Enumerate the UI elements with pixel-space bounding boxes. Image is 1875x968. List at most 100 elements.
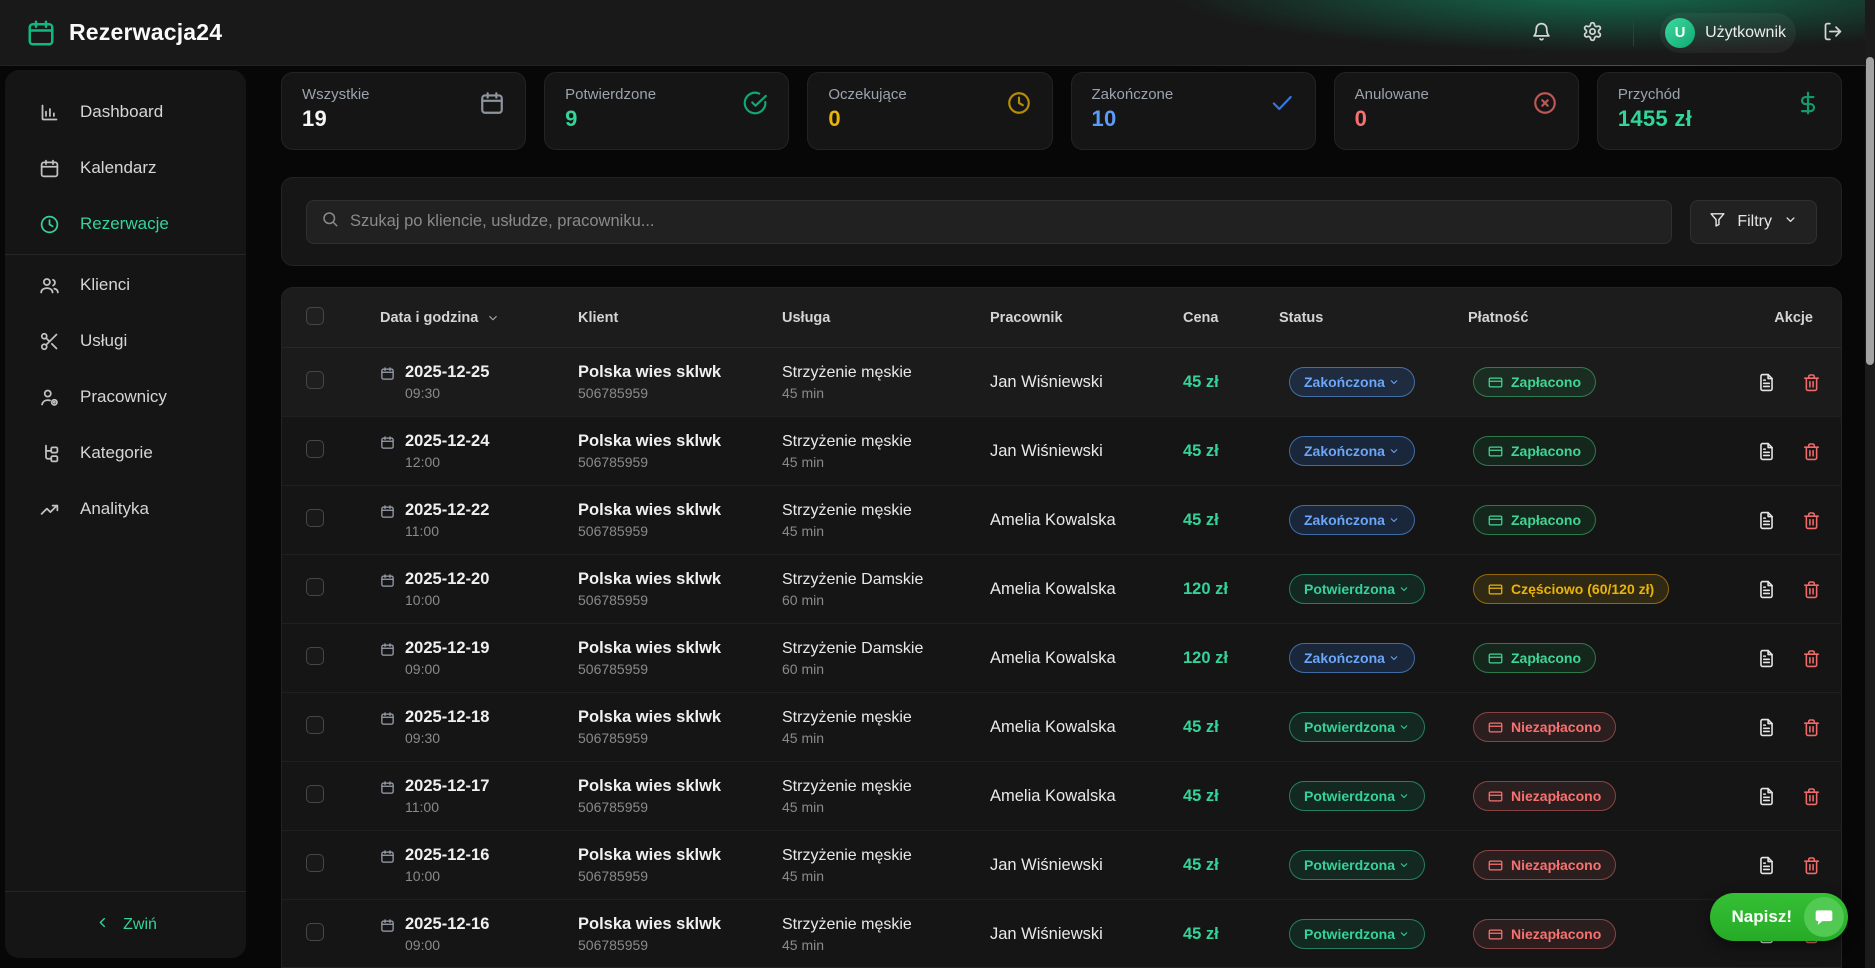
logout-icon xyxy=(1822,21,1843,45)
trash-icon xyxy=(1802,511,1821,530)
details-button[interactable] xyxy=(1755,785,1778,808)
reservation-date: 2025-12-22 xyxy=(405,501,489,520)
sidebar-item-analityka[interactable]: Analityka xyxy=(5,481,246,537)
stat-value: 19 xyxy=(302,106,505,132)
settings-button[interactable] xyxy=(1578,17,1607,49)
file-icon xyxy=(1757,580,1776,599)
status-badge[interactable]: Zakończona xyxy=(1289,505,1415,535)
status-badge[interactable]: Zakończona xyxy=(1289,436,1415,466)
row-checkbox[interactable] xyxy=(306,371,324,389)
stats-row: Wszystkie 19 Potwierdzone 9 Oczekujące 0… xyxy=(281,72,1842,150)
status-badge[interactable]: Potwierdzona xyxy=(1289,850,1425,880)
stat-value: 10 xyxy=(1092,106,1295,132)
status-badge[interactable]: Potwierdzona xyxy=(1289,574,1425,604)
row-checkbox[interactable] xyxy=(306,785,324,803)
status-badge[interactable]: Potwierdzona xyxy=(1289,781,1425,811)
delete-button[interactable] xyxy=(1800,647,1823,670)
chevron-left-icon xyxy=(94,914,111,936)
search-panel: Filtry xyxy=(281,177,1842,266)
row-checkbox[interactable] xyxy=(306,509,324,527)
delete-button[interactable] xyxy=(1800,578,1823,601)
chevron-down-icon xyxy=(1398,721,1410,733)
payment-label: Niezapłacono xyxy=(1511,788,1601,804)
column-header-date[interactable]: Data i godzina xyxy=(356,310,578,326)
status-badge[interactable]: Potwierdzona xyxy=(1289,919,1425,949)
status-badge[interactable]: Zakończona xyxy=(1289,643,1415,673)
chevron-down-icon xyxy=(1783,212,1798,227)
sidebar-item-pracownicy[interactable]: Pracownicy xyxy=(5,369,246,425)
details-button[interactable] xyxy=(1755,509,1778,532)
delete-button[interactable] xyxy=(1800,785,1823,808)
details-button[interactable] xyxy=(1755,371,1778,394)
details-button[interactable] xyxy=(1755,854,1778,877)
payment-badge: Niezapłacono xyxy=(1473,919,1616,949)
delete-button[interactable] xyxy=(1800,440,1823,463)
gear-icon xyxy=(1582,21,1603,42)
brand[interactable]: Rezerwacja24 xyxy=(26,18,222,48)
status-badge[interactable]: Zakończona xyxy=(1289,367,1415,397)
chat-widget-button[interactable]: Napisz! xyxy=(1710,893,1848,941)
status-label: Zakończona xyxy=(1304,650,1385,666)
service-duration: 45 min xyxy=(782,799,990,815)
row-checkbox[interactable] xyxy=(306,647,324,665)
calendar-icon xyxy=(380,849,395,864)
column-header-price: Cena xyxy=(1183,310,1279,326)
details-button[interactable] xyxy=(1755,647,1778,670)
worker-name: Amelia Kowalska xyxy=(990,718,1183,737)
trash-icon xyxy=(1802,856,1821,875)
row-checkbox[interactable] xyxy=(306,923,324,941)
details-button[interactable] xyxy=(1755,578,1778,601)
column-header-service: Usługa xyxy=(782,310,990,326)
delete-button[interactable] xyxy=(1800,509,1823,532)
row-checkbox[interactable] xyxy=(306,854,324,872)
sidebar-item-rezerwacje[interactable]: Rezerwacje xyxy=(5,196,246,252)
sidebar-item-klienci[interactable]: Klienci xyxy=(5,257,246,313)
table-row: 2025-12-18 09:30 Polska wies sklwk 50678… xyxy=(282,693,1841,762)
delete-button[interactable] xyxy=(1800,854,1823,877)
sidebar-item-uslugi[interactable]: Usługi xyxy=(5,313,246,369)
check-icon xyxy=(1269,90,1295,116)
payment-badge: Zapłacono xyxy=(1473,643,1596,673)
client-name: Polska wies sklwk xyxy=(578,501,782,520)
column-header-payment: Płatność xyxy=(1468,310,1755,326)
sidebar-item-kategorie[interactable]: Kategorie xyxy=(5,425,246,481)
table-row: 2025-12-22 11:00 Polska wies sklwk 50678… xyxy=(282,486,1841,555)
select-all-checkbox[interactable] xyxy=(306,307,324,325)
credit-card-icon xyxy=(1488,513,1503,528)
payment-badge: Niezapłacono xyxy=(1473,712,1616,742)
search-input[interactable] xyxy=(350,212,1657,231)
details-button[interactable] xyxy=(1755,440,1778,463)
delete-button[interactable] xyxy=(1800,716,1823,739)
notifications-button[interactable] xyxy=(1527,17,1556,49)
reservation-date: 2025-12-20 xyxy=(405,570,489,589)
row-checkbox[interactable] xyxy=(306,716,324,734)
worker-name: Jan Wiśniewski xyxy=(990,442,1183,461)
bell-icon xyxy=(1531,21,1552,45)
worker-name: Amelia Kowalska xyxy=(990,787,1183,806)
avatar: U xyxy=(1665,18,1695,48)
sidebar-item-label: Kategorie xyxy=(80,443,153,463)
client-name: Polska wies sklwk xyxy=(578,570,782,589)
search-box xyxy=(306,200,1672,244)
status-badge[interactable]: Potwierdzona xyxy=(1289,712,1425,742)
row-checkbox[interactable] xyxy=(306,440,324,458)
topbar-actions: U Użytkownik xyxy=(1527,13,1847,53)
stat-label: Wszystkie xyxy=(302,86,505,103)
filters-button[interactable]: Filtry xyxy=(1690,200,1817,244)
reservation-time: 09:30 xyxy=(405,385,489,401)
row-checkbox[interactable] xyxy=(306,578,324,596)
delete-button[interactable] xyxy=(1800,371,1823,394)
reservation-date: 2025-12-16 xyxy=(405,915,489,934)
sidebar-item-label: Analityka xyxy=(80,499,149,519)
client-name: Polska wies sklwk xyxy=(578,777,782,796)
sidebar-collapse-button[interactable]: Zwiń xyxy=(5,891,246,958)
sidebar-item-dashboard[interactable]: Dashboard xyxy=(5,84,246,140)
client-name: Polska wies sklwk xyxy=(578,432,782,451)
details-button[interactable] xyxy=(1755,716,1778,739)
user-menu[interactable]: U Użytkownik xyxy=(1660,13,1796,53)
sidebar: Dashboard Kalendarz Rezerwacje Klienci U… xyxy=(5,70,246,958)
sidebar-item-kalendarz[interactable]: Kalendarz xyxy=(5,140,246,196)
scrollbar-thumb[interactable] xyxy=(1866,57,1874,365)
logout-button[interactable] xyxy=(1818,17,1847,49)
stat-label: Przychód xyxy=(1618,86,1821,103)
